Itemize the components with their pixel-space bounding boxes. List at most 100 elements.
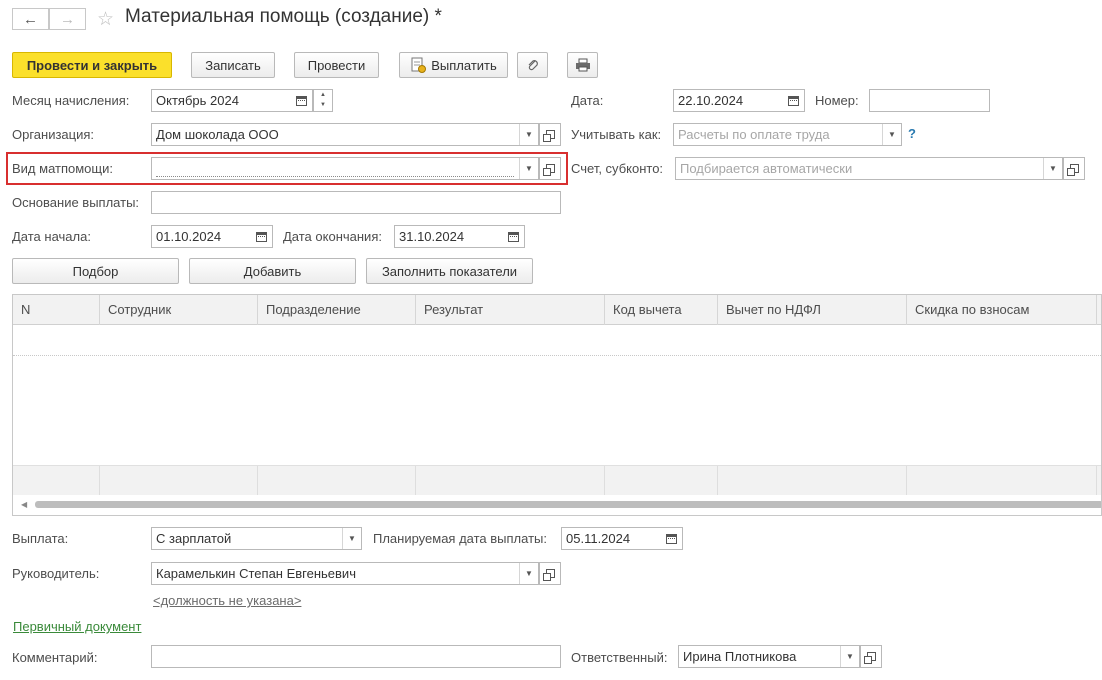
save-label: Записать — [205, 57, 261, 73]
column-header-result[interactable]: Результат — [416, 295, 605, 325]
horizontal-scrollbar[interactable]: ◀ — [13, 495, 1101, 515]
chevron-down-icon[interactable]: ▼ — [519, 563, 538, 584]
printer-icon — [575, 58, 590, 72]
calendar-icon[interactable] — [660, 528, 682, 549]
scrollbar-thumb[interactable] — [35, 501, 1101, 508]
select-button[interactable]: Подбор — [12, 258, 179, 284]
open-manager-button[interactable] — [539, 562, 561, 585]
fill-indicators-label: Заполнить показатели — [381, 263, 518, 279]
chevron-down-icon[interactable]: ▼ — [882, 124, 901, 145]
open-icon — [542, 569, 555, 581]
start-date-field[interactable]: 01.10.2024 — [151, 225, 273, 248]
column-header-employee[interactable]: Сотрудник — [100, 295, 258, 325]
open-icon — [542, 164, 555, 176]
document-pay-icon — [411, 57, 427, 73]
end-date-field[interactable]: 31.10.2024 — [394, 225, 525, 248]
date-field[interactable]: 22.10.2024 — [673, 89, 805, 112]
employees-table[interactable]: N Сотрудник Подразделение Результат Код … — [12, 294, 1102, 516]
account-as-placeholder: Расчеты по оплате труда — [678, 127, 830, 142]
column-header-deduction-code[interactable]: Код вычета — [605, 295, 718, 325]
attach-button[interactable] — [517, 52, 548, 78]
chevron-down-icon[interactable]: ▼ — [840, 646, 859, 667]
print-button[interactable] — [567, 52, 598, 78]
help-icon[interactable]: ? — [908, 126, 916, 141]
comment-label: Комментарий: — [12, 650, 98, 665]
aid-type-label: Вид матпомощи: — [12, 161, 113, 176]
start-date-value: 01.10.2024 — [156, 229, 222, 244]
responsible-field[interactable]: Ирина Плотникова ▼ — [678, 645, 860, 668]
comment-field[interactable] — [151, 645, 561, 668]
table-row[interactable] — [13, 326, 1101, 356]
back-button[interactable]: ← — [12, 8, 49, 30]
column-header-department[interactable]: Подразделение — [258, 295, 416, 325]
save-button[interactable]: Записать — [191, 52, 275, 78]
number-label: Номер: — [815, 93, 859, 108]
chevron-down-icon[interactable]: ▼ — [342, 528, 361, 549]
payout-value: С зарплатой — [156, 531, 232, 546]
payout-label: Выплата: — [12, 531, 69, 546]
account-field[interactable]: Подбирается автоматически ▼ — [675, 157, 1063, 180]
paperclip-icon — [528, 60, 538, 71]
open-account-button[interactable] — [1063, 157, 1085, 180]
calendar-icon[interactable] — [782, 90, 804, 111]
add-label: Добавить — [243, 263, 302, 279]
spin-down-icon[interactable]: ▼ — [314, 100, 332, 110]
open-aid-type-button[interactable] — [539, 157, 561, 180]
fill-indicators-button[interactable]: Заполнить показатели — [366, 258, 533, 284]
post-label: Провести — [307, 57, 366, 73]
scroll-left-icon[interactable]: ◀ — [21, 500, 27, 509]
account-as-field[interactable]: Расчеты по оплате труда ▼ — [673, 123, 902, 146]
chevron-down-icon[interactable]: ▼ — [519, 158, 538, 179]
basis-label: Основание выплаты: — [12, 195, 140, 210]
aid-type-field[interactable]: ▼ — [151, 157, 539, 180]
account-placeholder: Подбирается автоматически — [680, 161, 853, 176]
planned-date-field[interactable]: 05.11.2024 — [561, 527, 683, 550]
table-header: N Сотрудник Подразделение Результат Код … — [13, 295, 1101, 325]
chevron-down-icon[interactable]: ▼ — [1043, 158, 1062, 179]
post-button[interactable]: Провести — [294, 52, 379, 78]
planned-date-value: 05.11.2024 — [566, 531, 631, 546]
add-button[interactable]: Добавить — [189, 258, 356, 284]
position-link[interactable]: <должность не указана> — [153, 593, 301, 608]
open-organization-button[interactable] — [539, 123, 561, 146]
planned-date-label: Планируемая дата выплаты: — [373, 531, 547, 546]
column-header-ndfl-deduction[interactable]: Вычет по НДФЛ — [718, 295, 907, 325]
input-underline — [156, 176, 514, 177]
open-responsible-button[interactable] — [860, 645, 882, 668]
post-and-close-label: Провести и закрыть — [26, 57, 158, 73]
post-and-close-button[interactable]: Провести и закрыть — [12, 52, 172, 78]
table-footer — [13, 465, 1101, 496]
page-title: Материальная помощь (создание) * — [125, 6, 442, 27]
manager-field[interactable]: Карамелькин Степан Евгеньевич ▼ — [151, 562, 539, 585]
organization-value: Дом шоколада ООО — [156, 127, 279, 142]
responsible-value: Ирина Плотникова — [683, 649, 797, 664]
number-field[interactable] — [869, 89, 990, 112]
pay-button[interactable]: Выплатить — [399, 52, 508, 78]
month-label: Месяц начисления: — [12, 93, 130, 108]
responsible-label: Ответственный: — [571, 650, 668, 665]
star-icon[interactable]: ☆ — [97, 8, 114, 31]
manager-label: Руководитель: — [12, 566, 100, 581]
column-header-contribution-discount[interactable]: Скидка по взносам — [907, 295, 1097, 325]
chevron-down-icon[interactable]: ▼ — [519, 124, 538, 145]
account-label: Счет, субконто: — [571, 161, 664, 176]
payout-field[interactable]: С зарплатой ▼ — [151, 527, 362, 550]
primary-document-link[interactable]: Первичный документ — [13, 619, 141, 634]
forward-button[interactable]: → — [49, 8, 86, 30]
organization-field[interactable]: Дом шоколада ООО ▼ — [151, 123, 539, 146]
calendar-icon[interactable] — [502, 226, 524, 247]
basis-field[interactable] — [151, 191, 561, 214]
open-icon — [1066, 164, 1079, 176]
month-value: Октябрь 2024 — [156, 93, 239, 108]
month-field[interactable]: Октябрь 2024 — [151, 89, 313, 112]
date-label: Дата: — [571, 93, 604, 108]
open-icon — [863, 652, 876, 664]
spin-up-icon[interactable]: ▲ — [314, 90, 332, 100]
calendar-icon[interactable] — [290, 90, 312, 111]
manager-value: Карамелькин Степан Евгеньевич — [156, 566, 356, 581]
end-date-value: 31.10.2024 — [399, 229, 465, 244]
arrow-left-icon: ← — [23, 10, 38, 28]
calendar-icon[interactable] — [250, 226, 272, 247]
month-spinner[interactable]: ▲ ▼ — [313, 89, 333, 112]
column-header-n[interactable]: N — [13, 295, 100, 325]
